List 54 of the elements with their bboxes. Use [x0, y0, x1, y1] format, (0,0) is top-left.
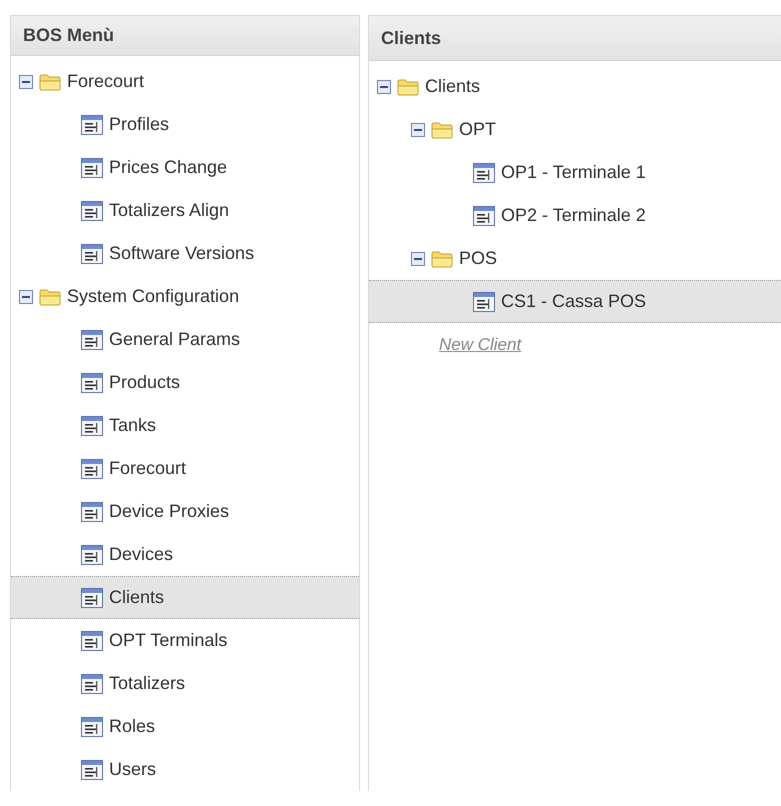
tree-item[interactable]: Products — [11, 361, 359, 404]
form-icon — [81, 200, 103, 220]
tree-item[interactable]: Forecourt — [11, 447, 359, 490]
form-icon — [81, 158, 103, 178]
tree-item[interactable]: Device Proxies — [11, 490, 359, 533]
tree-item[interactable]: OPT Terminals — [11, 619, 359, 662]
tree-item[interactable]: Software Versions — [11, 232, 359, 275]
form-icon — [81, 760, 103, 780]
tree-item[interactable]: General Params — [11, 318, 359, 361]
form-icon — [81, 630, 103, 650]
tree-item[interactable]: Totalizers — [11, 662, 359, 705]
new-client-link[interactable]: New Client — [439, 334, 522, 354]
tree-item[interactable]: Prices Change — [11, 146, 359, 189]
form-icon — [81, 114, 103, 134]
form-icon — [473, 206, 495, 226]
form-icon — [81, 458, 103, 478]
form-icon — [81, 544, 103, 564]
tree-item[interactable]: Totalizers Align — [11, 189, 359, 232]
panel-title: Clients — [369, 16, 781, 61]
folder-icon — [397, 78, 419, 96]
tree-item[interactable]: Roles — [11, 705, 359, 748]
folder-label[interactable]: Forecourt — [67, 71, 144, 92]
form-icon — [81, 330, 103, 350]
collapse-icon[interactable] — [411, 122, 425, 136]
collapse-icon[interactable] — [19, 74, 33, 88]
folder-label[interactable]: OPT — [459, 119, 496, 140]
form-icon — [81, 716, 103, 736]
tree-item[interactable]: Users — [11, 748, 359, 791]
form-icon — [81, 244, 103, 264]
folder-icon — [431, 120, 453, 138]
form-icon — [81, 674, 103, 694]
form-icon — [81, 588, 103, 608]
tree-item[interactable]: OP2 - Terminale 2 — [369, 194, 781, 237]
folder-label[interactable]: POS — [459, 248, 498, 269]
folder-icon — [39, 72, 61, 90]
folder-icon — [39, 288, 61, 306]
form-icon — [473, 162, 495, 182]
form-icon — [81, 416, 103, 436]
tree-item[interactable]: Devices — [11, 533, 359, 576]
tree-item[interactable]: Profiles — [11, 103, 359, 146]
form-icon — [473, 292, 495, 312]
tree-item[interactable]: Tanks — [11, 404, 359, 447]
tree-item[interactable]: Clients — [11, 576, 359, 619]
form-icon — [81, 372, 103, 392]
collapse-icon[interactable] — [377, 80, 391, 94]
collapse-icon[interactable] — [19, 290, 33, 304]
folder-label[interactable]: Clients — [425, 76, 480, 97]
form-icon — [81, 502, 103, 522]
folder-label[interactable]: System Configuration — [67, 286, 240, 307]
tree-item[interactable]: OP1 - Terminale 1 — [369, 151, 781, 194]
panel-title: BOS Menù — [11, 16, 359, 56]
folder-icon — [431, 250, 453, 268]
tree-item[interactable]: CS1 - Cassa POS — [369, 280, 781, 323]
collapse-icon[interactable] — [411, 252, 425, 266]
